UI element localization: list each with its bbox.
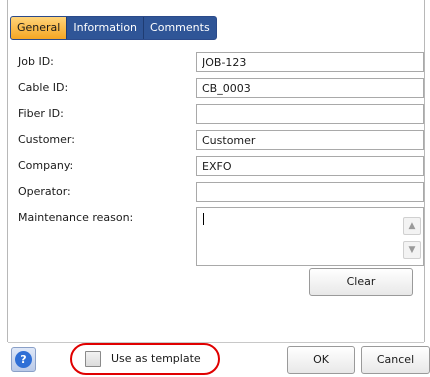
customer-row: Customer: <box>18 130 424 150</box>
tab-information[interactable]: Information <box>67 17 145 39</box>
dialog-right-border <box>424 0 425 342</box>
fiber-id-input[interactable] <box>196 104 424 124</box>
operator-input[interactable] <box>196 182 424 202</box>
job-id-label: Job ID: <box>18 55 54 68</box>
customer-label: Customer: <box>18 133 75 146</box>
operator-label: Operator: <box>18 185 71 198</box>
ok-button[interactable]: OK <box>287 346 355 374</box>
help-icon: ? <box>15 351 32 368</box>
customer-input[interactable] <box>196 130 424 150</box>
footer-divider <box>8 342 424 343</box>
company-row: Company: <box>18 156 424 176</box>
company-label: Company: <box>18 159 74 172</box>
job-id-row: Job ID: <box>18 52 424 72</box>
chevron-up-icon[interactable]: ▲ <box>403 217 421 235</box>
use-as-template-label[interactable]: Use as template <box>111 352 201 365</box>
tab-bar: General Information Comments <box>10 16 217 40</box>
cable-id-row: Cable ID: <box>18 78 424 98</box>
clear-button[interactable]: Clear <box>309 268 413 296</box>
tab-general[interactable]: General <box>11 17 68 39</box>
maintenance-reason-label: Maintenance reason: <box>18 211 134 224</box>
help-button[interactable]: ? <box>11 347 36 372</box>
fiber-id-label: Fiber ID: <box>18 107 64 120</box>
company-input[interactable] <box>196 156 424 176</box>
chevron-down-icon[interactable]: ▼ <box>403 241 421 259</box>
cable-id-label: Cable ID: <box>18 81 69 94</box>
operator-row: Operator: <box>18 182 424 202</box>
cancel-button[interactable]: Cancel <box>361 346 430 374</box>
cable-id-input[interactable] <box>196 78 424 98</box>
text-caret <box>203 213 204 225</box>
maintenance-reason-textarea[interactable]: ▲ ▼ <box>196 207 424 266</box>
job-info-dialog: General Information Comments Job ID: Cab… <box>0 0 430 377</box>
dialog-left-border <box>7 0 8 342</box>
tab-comments[interactable]: Comments <box>144 17 216 39</box>
fiber-id-row: Fiber ID: <box>18 104 424 124</box>
use-as-template-checkbox[interactable] <box>85 351 101 367</box>
job-id-input[interactable] <box>196 52 424 72</box>
